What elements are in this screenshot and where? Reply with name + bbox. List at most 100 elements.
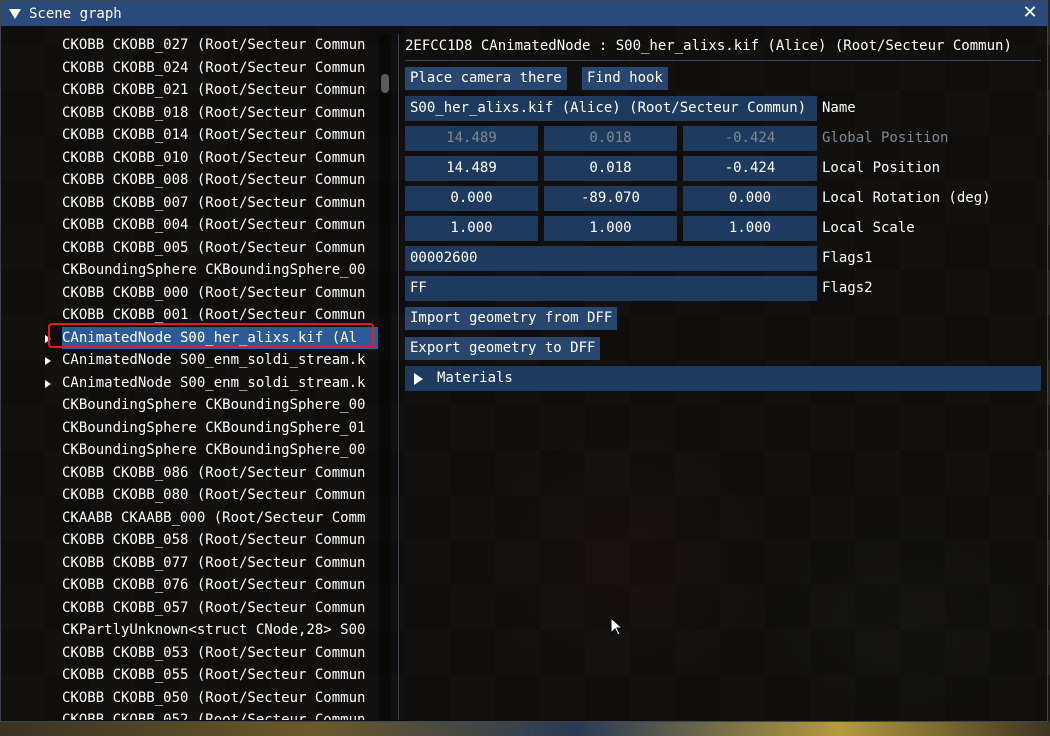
local-rotation-z[interactable]: 0.000 [683,186,817,211]
tree-node[interactable]: CKPartlyUnknown<struct CNode,28> S00 [1,619,381,641]
tree-node-label: CKOBB CKOBB_014 (Root/Secteur Commun [62,127,366,143]
tree-node-label: CAnimatedNode S00_enm_soldi_stream.k [62,352,366,368]
mouse-cursor-icon [610,617,624,636]
tree-node-label: CKOBB CKOBB_027 (Root/Secteur Commun [62,37,366,53]
tree-node-label: CKBoundingSphere CKBoundingSphere_00 [62,442,366,458]
tree-node-label: CKOBB CKOBB_000 (Root/Secteur Commun [62,284,366,301]
tree-node[interactable]: CKOBB CKOBB_014 (Root/Secteur Commun [1,124,381,146]
tree-node[interactable]: CKOBB CKOBB_018 (Root/Secteur Commun [1,102,381,124]
name-input[interactable]: S00_her_alixs.kif (Alice) (Root/Secteur … [405,96,817,121]
tree-node[interactable]: CKOBB CKOBB_052 (Root/Secteur Commun [1,709,381,720]
local-rotation-y[interactable]: -89.070 [544,186,677,211]
export-geometry-button[interactable]: Export geometry to DFF [405,337,601,360]
tree-node[interactable]: CKOBB CKOBB_077 (Root/Secteur Commun [1,552,381,574]
tree-node-label: CKBoundingSphere CKBoundingSphere_00 [62,397,366,413]
tree-node[interactable]: CKOBB CKOBB_055 (Root/Secteur Commun [1,664,381,686]
tree-node-label: CKOBB CKOBB_004 (Root/Secteur Commun [62,217,366,233]
global-position-label: Global Position [822,130,949,146]
tree-node[interactable]: CKBoundingSphere CKBoundingSphere_00 [1,439,381,461]
local-position-x[interactable]: 14.489 [405,156,538,181]
window-title: Scene graph [29,5,122,22]
local-position-label: Local Position [822,160,941,176]
tree-node[interactable]: CKOBB CKOBB_053 (Root/Secteur Commun [1,642,381,664]
tree-node[interactable]: CKBoundingSphere CKBoundingSphere_00 [1,394,381,416]
tree-node[interactable]: CKOBB CKOBB_010 (Root/Secteur Commun [1,147,381,169]
scene-bottom-strip [0,722,1050,736]
tree-node[interactable]: CKOBB CKOBB_008 (Root/Secteur Commun [1,169,381,191]
global-position-y: 0.018 [544,126,677,151]
tree-node-label: CKOBB CKOBB_077 (Root/Secteur Commun [62,554,366,571]
materials-collapsing-header[interactable]: Materials [405,366,1041,391]
tree-node-label: CKOBB CKOBB_007 (Root/Secteur Commun [62,194,366,211]
local-rotation-label: Local Rotation (deg) [822,190,991,206]
tree-node[interactable]: CKBoundingSphere CKBoundingSphere_01 [1,417,381,439]
find-hook-button[interactable]: Find hook [582,67,668,90]
expand-arrow-icon [414,373,423,385]
tree-node[interactable]: CKOBB CKOBB_007 (Root/Secteur Commun [1,192,381,214]
local-scale-y[interactable]: 1.000 [544,216,677,241]
tree-node-label: CKOBB CKOBB_055 (Root/Secteur Commun [62,667,366,683]
tree-node[interactable]: CAnimatedNode S00_enm_soldi_stream.k [1,349,381,371]
tree-node[interactable]: CKOBB CKOBB_027 (Root/Secteur Commun [1,34,381,56]
flags2-input[interactable]: FF [405,276,817,301]
tree-node-label: CKBoundingSphere CKBoundingSphere_01 [62,419,366,436]
name-label: Name [822,100,856,116]
tree-node-label: CKOBB CKOBB_076 (Root/Secteur Commun [62,577,366,593]
global-position-x: 14.489 [405,126,538,151]
tree-node[interactable]: CKOBB CKOBB_005 (Root/Secteur Commun [1,237,381,259]
local-scale-x[interactable]: 1.000 [405,216,538,241]
panel-splitter[interactable] [398,34,399,720]
local-position-y[interactable]: 0.018 [544,156,677,181]
collapse-arrow-icon[interactable] [9,8,21,19]
tree-node-label: CKOBB CKOBB_021 (Root/Secteur Commun [62,82,366,98]
local-scale-label: Local Scale [822,220,915,236]
tree-node-label: CKOBB CKOBB_053 (Root/Secteur Commun [62,644,366,661]
tree-node[interactable]: CKOBB CKOBB_004 (Root/Secteur Commun [1,214,381,236]
title-bar[interactable]: Scene graph ✕ [1,1,1047,26]
close-icon[interactable]: ✕ [1019,2,1041,24]
local-rotation-x[interactable]: 0.000 [405,186,538,211]
tree-node-label: CKOBB CKOBB_008 (Root/Secteur Commun [62,172,366,188]
tree-node[interactable]: CKOBB CKOBB_000 (Root/Secteur Commun [1,282,381,304]
tree-node-label: CKOBB CKOBB_080 (Root/Secteur Commun [62,487,366,503]
tree-scrollbar[interactable] [379,34,391,720]
tree-node[interactable]: CKOBB CKOBB_024 (Root/Secteur Commun [1,57,381,79]
flags1-input[interactable]: 00002600 [405,246,817,271]
tree-node-label: CKAABB CKAABB_000 (Root/Secteur Comm [62,509,366,526]
expand-arrow-icon[interactable] [45,357,51,365]
global-position-z: -0.424 [683,126,817,151]
local-position-z[interactable]: -0.424 [683,156,817,181]
tree-node[interactable]: CKOBB CKOBB_076 (Root/Secteur Commun [1,574,381,596]
tree-scrollbar-thumb[interactable] [381,74,389,93]
expand-arrow-icon[interactable] [45,379,51,388]
node-header: 2EFCC1D8 CAnimatedNode : S00_her_alixs.k… [405,38,1012,54]
tree-node[interactable]: CKOBB CKOBB_086 (Root/Secteur Commun [1,462,381,484]
tree-node[interactable]: CAnimatedNode S00_enm_soldi_stream.k [1,372,381,394]
scene-tree[interactable]: CKOBB CKOBB_027 (Root/Secteur Commun CKOB… [1,34,391,720]
local-scale-z[interactable]: 1.000 [683,216,817,241]
tree-node[interactable]: CKBoundingSphere CKBoundingSphere_00 [1,259,381,281]
tree-node-label: CKOBB CKOBB_024 (Root/Secteur Commun [62,59,366,76]
tree-node[interactable]: CKAABB CKAABB_000 (Root/Secteur Comm [1,507,381,529]
tree-node[interactable]: CKOBB CKOBB_080 (Root/Secteur Commun [1,484,381,506]
tree-node-label: CKOBB CKOBB_058 (Root/Secteur Commun [62,532,366,548]
tree-node[interactable]: CKOBB CKOBB_058 (Root/Secteur Commun [1,529,381,551]
tree-node-label: CAnimatedNode S00_enm_soldi_stream.k [62,374,366,391]
materials-label: Materials [437,370,513,386]
tree-node-label: CKOBB CKOBB_018 (Root/Secteur Commun [62,104,366,121]
tree-node[interactable]: CKOBB CKOBB_050 (Root/Secteur Commun [1,687,381,709]
tree-node-label: CKOBB CKOBB_050 (Root/Secteur Commun [62,689,366,706]
import-geometry-button[interactable]: Import geometry from DFF [405,307,618,330]
tree-node[interactable]: CKOBB CKOBB_021 (Root/Secteur Commun [1,79,381,101]
tree-node-label: CKPartlyUnknown<struct CNode,28> S00 [62,622,366,638]
tree-node-label: CKOBB CKOBB_057 (Root/Secteur Commun [62,599,366,616]
tree-node-label: CKOBB CKOBB_086 (Root/Secteur Commun [62,464,366,481]
tree-node-label: CKOBB CKOBB_052 (Root/Secteur Commun [62,712,366,720]
place-camera-button[interactable]: Place camera there [405,67,567,90]
flags2-label: Flags2 [822,280,873,296]
flags1-label: Flags1 [822,250,873,266]
tree-node-label: CKOBB CKOBB_010 (Root/Secteur Commun [62,149,366,166]
selection-highlight-outline [48,323,374,348]
header-separator [405,60,1041,61]
tree-node[interactable]: CKOBB CKOBB_057 (Root/Secteur Commun [1,597,381,619]
